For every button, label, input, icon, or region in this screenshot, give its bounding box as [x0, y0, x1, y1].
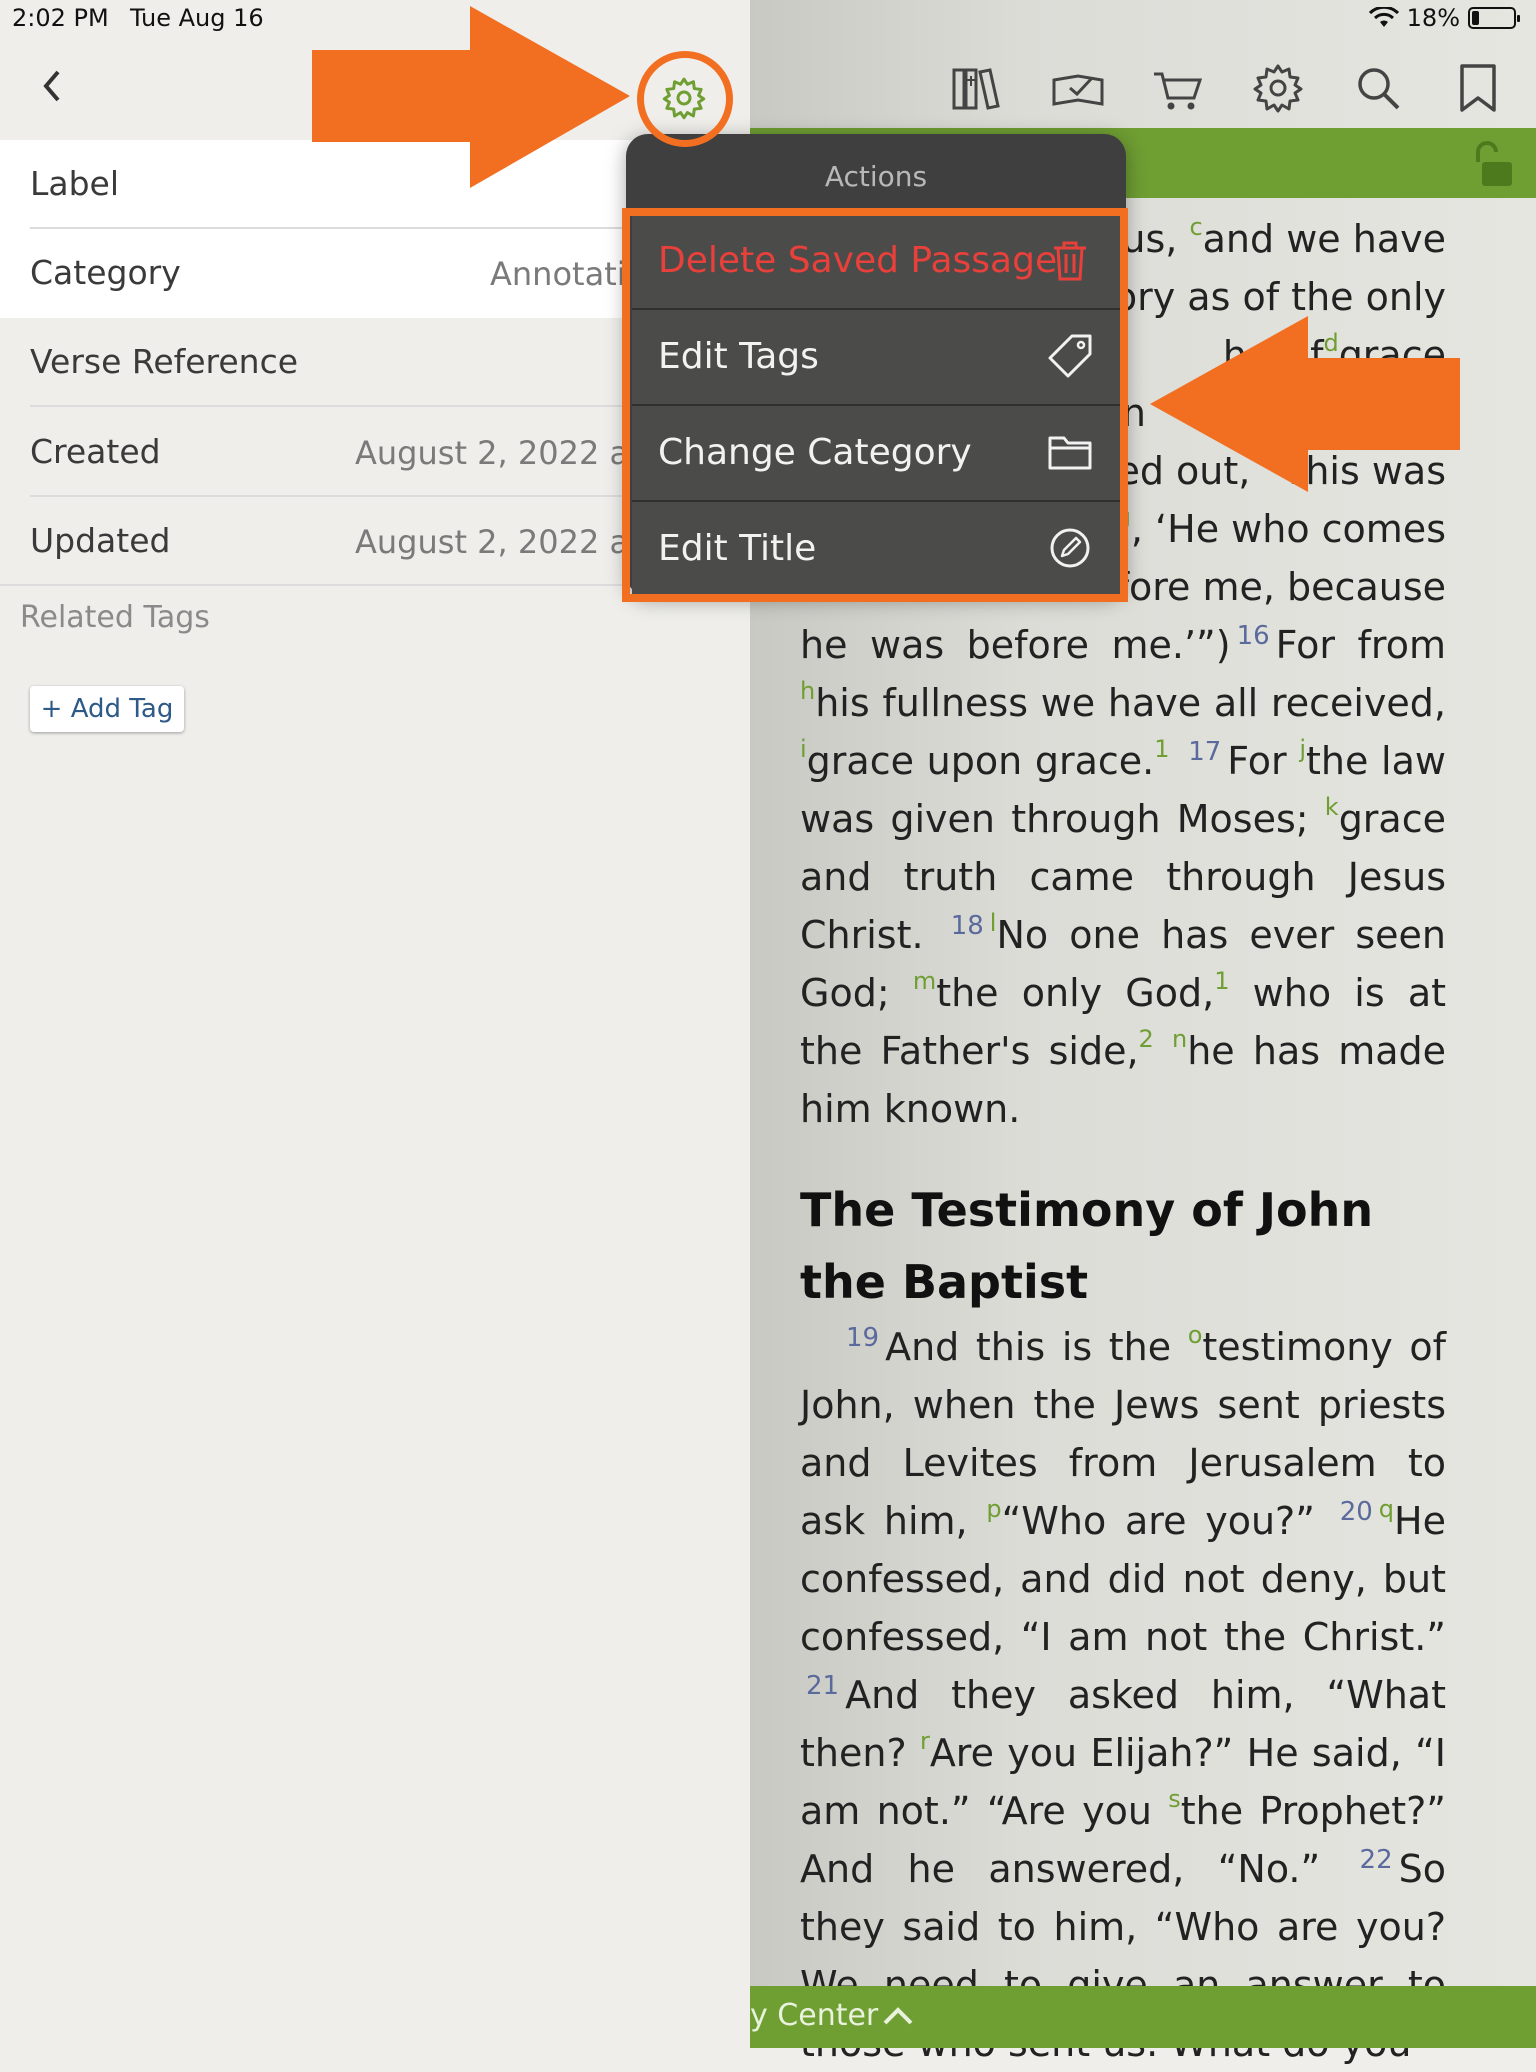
library-icon[interactable]	[950, 60, 1006, 116]
annotation-circle	[637, 51, 733, 147]
verse-number[interactable]: 21	[806, 1671, 839, 1701]
verse-number[interactable]: 18	[951, 911, 984, 941]
gear-icon[interactable]	[1250, 60, 1306, 116]
annotation-arrow-left	[1150, 316, 1460, 492]
related-tags-heading: Related Tags	[20, 600, 210, 635]
status-time: 2:02 PM	[12, 4, 109, 32]
unlock-icon[interactable]	[1468, 140, 1514, 188]
edit-tags-button[interactable]: Edit Tags	[632, 310, 1120, 404]
bottom-bar[interactable]: y Center	[750, 1986, 1536, 2048]
chevron-up-icon[interactable]	[882, 2004, 914, 2026]
verse-number[interactable]: 22	[1360, 1845, 1393, 1875]
verse-number[interactable]: 20	[1340, 1497, 1373, 1527]
battery-icon	[1468, 7, 1520, 29]
battery-percent: 18%	[1406, 4, 1460, 32]
back-button[interactable]	[32, 62, 72, 110]
popover-title: Actions	[824, 160, 928, 193]
cart-icon[interactable]	[1150, 60, 1206, 116]
reader-toolbar	[750, 40, 1536, 128]
add-tag-button[interactable]: + Add Tag	[30, 686, 184, 732]
pencil-circle-icon	[1050, 528, 1090, 568]
verse-number[interactable]: 17	[1188, 737, 1221, 767]
change-category-button[interactable]: Change Category	[632, 406, 1120, 500]
delete-saved-passage-button[interactable]: Delete Saved Passage	[632, 214, 1120, 308]
trash-icon	[1054, 241, 1086, 281]
bottom-bar-label: y Center	[750, 1998, 879, 2033]
tag-icon	[1048, 334, 1092, 378]
search-icon[interactable]	[1350, 60, 1406, 116]
bookmark-icon[interactable]	[1450, 60, 1506, 116]
reading-plan-icon[interactable]	[1050, 60, 1106, 116]
section-heading: The Testimony of John the Baptist	[800, 1183, 1374, 1309]
status-bar: 2:02 PM Tue Aug 16 18%	[0, 0, 1536, 40]
verse-number[interactable]: 19	[846, 1323, 879, 1353]
wifi-icon	[1368, 7, 1399, 27]
status-date: Tue Aug 16	[130, 4, 264, 32]
status-right: 18%	[1368, 4, 1520, 32]
verse-number[interactable]: 16	[1237, 621, 1270, 651]
chevron-left-icon	[43, 70, 60, 102]
edit-title-button[interactable]: Edit Title	[632, 502, 1120, 596]
folder-icon	[1048, 436, 1092, 470]
annotation-arrow-right	[312, 6, 630, 188]
